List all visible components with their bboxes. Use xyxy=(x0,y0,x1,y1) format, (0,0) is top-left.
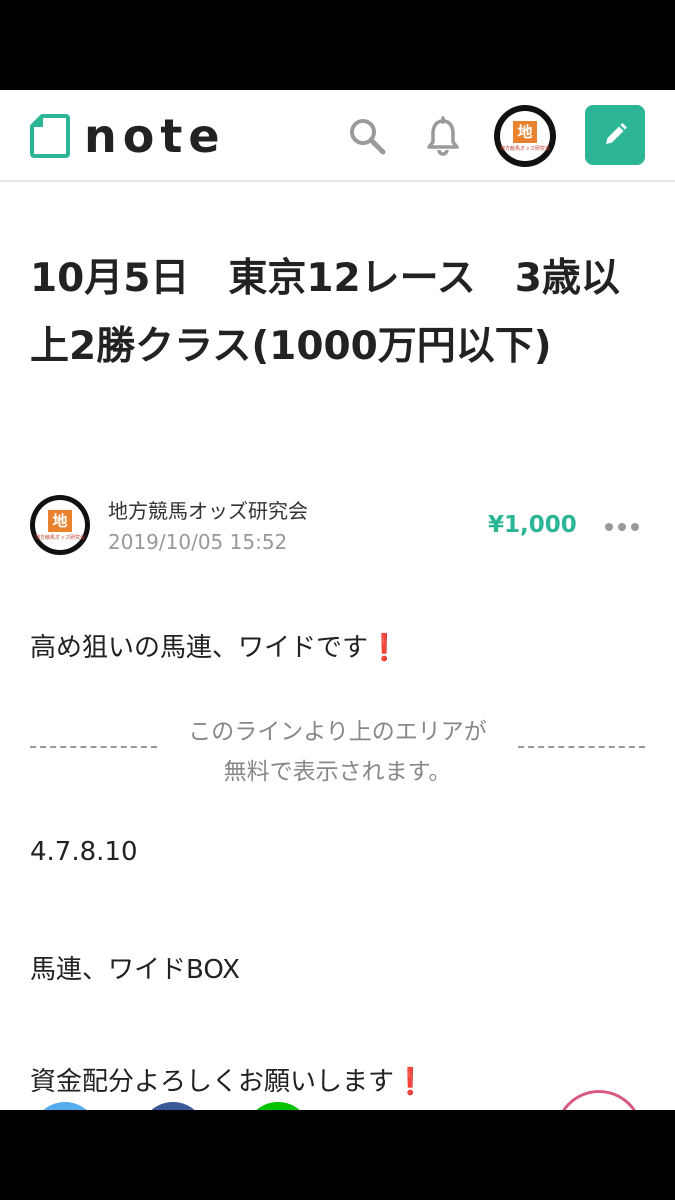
paragraph-text: 高め狙いの馬連、ワイドです xyxy=(30,633,369,663)
like-button[interactable] xyxy=(555,1090,643,1110)
more-options-icon[interactable] xyxy=(604,522,640,532)
paragraph: 4.7.8.10 xyxy=(30,837,138,867)
exclamation-icon: ❗ xyxy=(394,1067,427,1097)
paragraph: 資金配分よろしくお願いします❗ xyxy=(30,1061,426,1098)
article-title: 10月5日 東京12レース 3歳以上2勝クラス(1000万円以下) xyxy=(30,256,620,369)
author-avatar-image: 地 地方競馬オッズ研究会 xyxy=(35,500,85,550)
bell-icon[interactable] xyxy=(423,116,463,156)
paywall-line-1: このラインより上のエリアが xyxy=(188,719,487,745)
author-avatar-glyph: 地 xyxy=(48,509,72,532)
logo-text: note xyxy=(84,109,226,163)
author-avatar[interactable]: 地 地方競馬オッズ研究会 xyxy=(30,495,90,555)
exclamation-icon: ❗ xyxy=(368,633,401,663)
note-logo[interactable]: note xyxy=(30,112,226,160)
author-avatar-caption: 地方競馬オッズ研究会 xyxy=(35,534,86,541)
line-share-button[interactable] xyxy=(245,1102,311,1110)
publish-date: 2019/10/05 15:52 xyxy=(108,530,288,554)
page: note 地 地方競馬オッズ研究会 10月5日 東京12レース 3歳以上2勝クラ… xyxy=(0,90,675,1110)
paywall-line-2: 無料で表示されます。 xyxy=(223,759,452,785)
avatar-glyph: 地 xyxy=(513,120,537,143)
paragraph: 馬連、ワイドBOX xyxy=(30,955,240,985)
status-bar xyxy=(0,0,675,90)
price: ¥1,000 xyxy=(488,512,577,538)
search-icon[interactable] xyxy=(347,116,387,156)
author-name[interactable]: 地方競馬オッズ研究会 xyxy=(108,495,308,524)
paywall-text: このラインより上のエリアが 無料で表示されます。 xyxy=(170,712,505,792)
paragraph-text: 資金配分よろしくお願いします xyxy=(30,1067,395,1097)
note-logo-icon xyxy=(30,114,70,158)
twitter-share-button[interactable] xyxy=(32,1102,98,1110)
header: note 地 地方競馬オッズ研究会 xyxy=(0,90,675,182)
avatar-image: 地 地方競馬オッズ研究会 xyxy=(500,111,550,161)
dashed-line xyxy=(30,746,157,748)
post-button[interactable] xyxy=(585,105,645,165)
navigation-bar xyxy=(0,1110,675,1200)
avatar-caption: 地方競馬オッズ研究会 xyxy=(500,145,551,152)
paragraph: 高め狙いの馬連、ワイドです❗ xyxy=(30,627,400,664)
pencil-icon xyxy=(606,123,627,144)
paywall-divider: このラインより上のエリアが 無料で表示されます。 xyxy=(30,712,645,785)
dashed-line xyxy=(518,746,645,748)
user-avatar[interactable]: 地 地方競馬オッズ研究会 xyxy=(494,105,556,167)
facebook-share-button[interactable] xyxy=(140,1102,206,1110)
